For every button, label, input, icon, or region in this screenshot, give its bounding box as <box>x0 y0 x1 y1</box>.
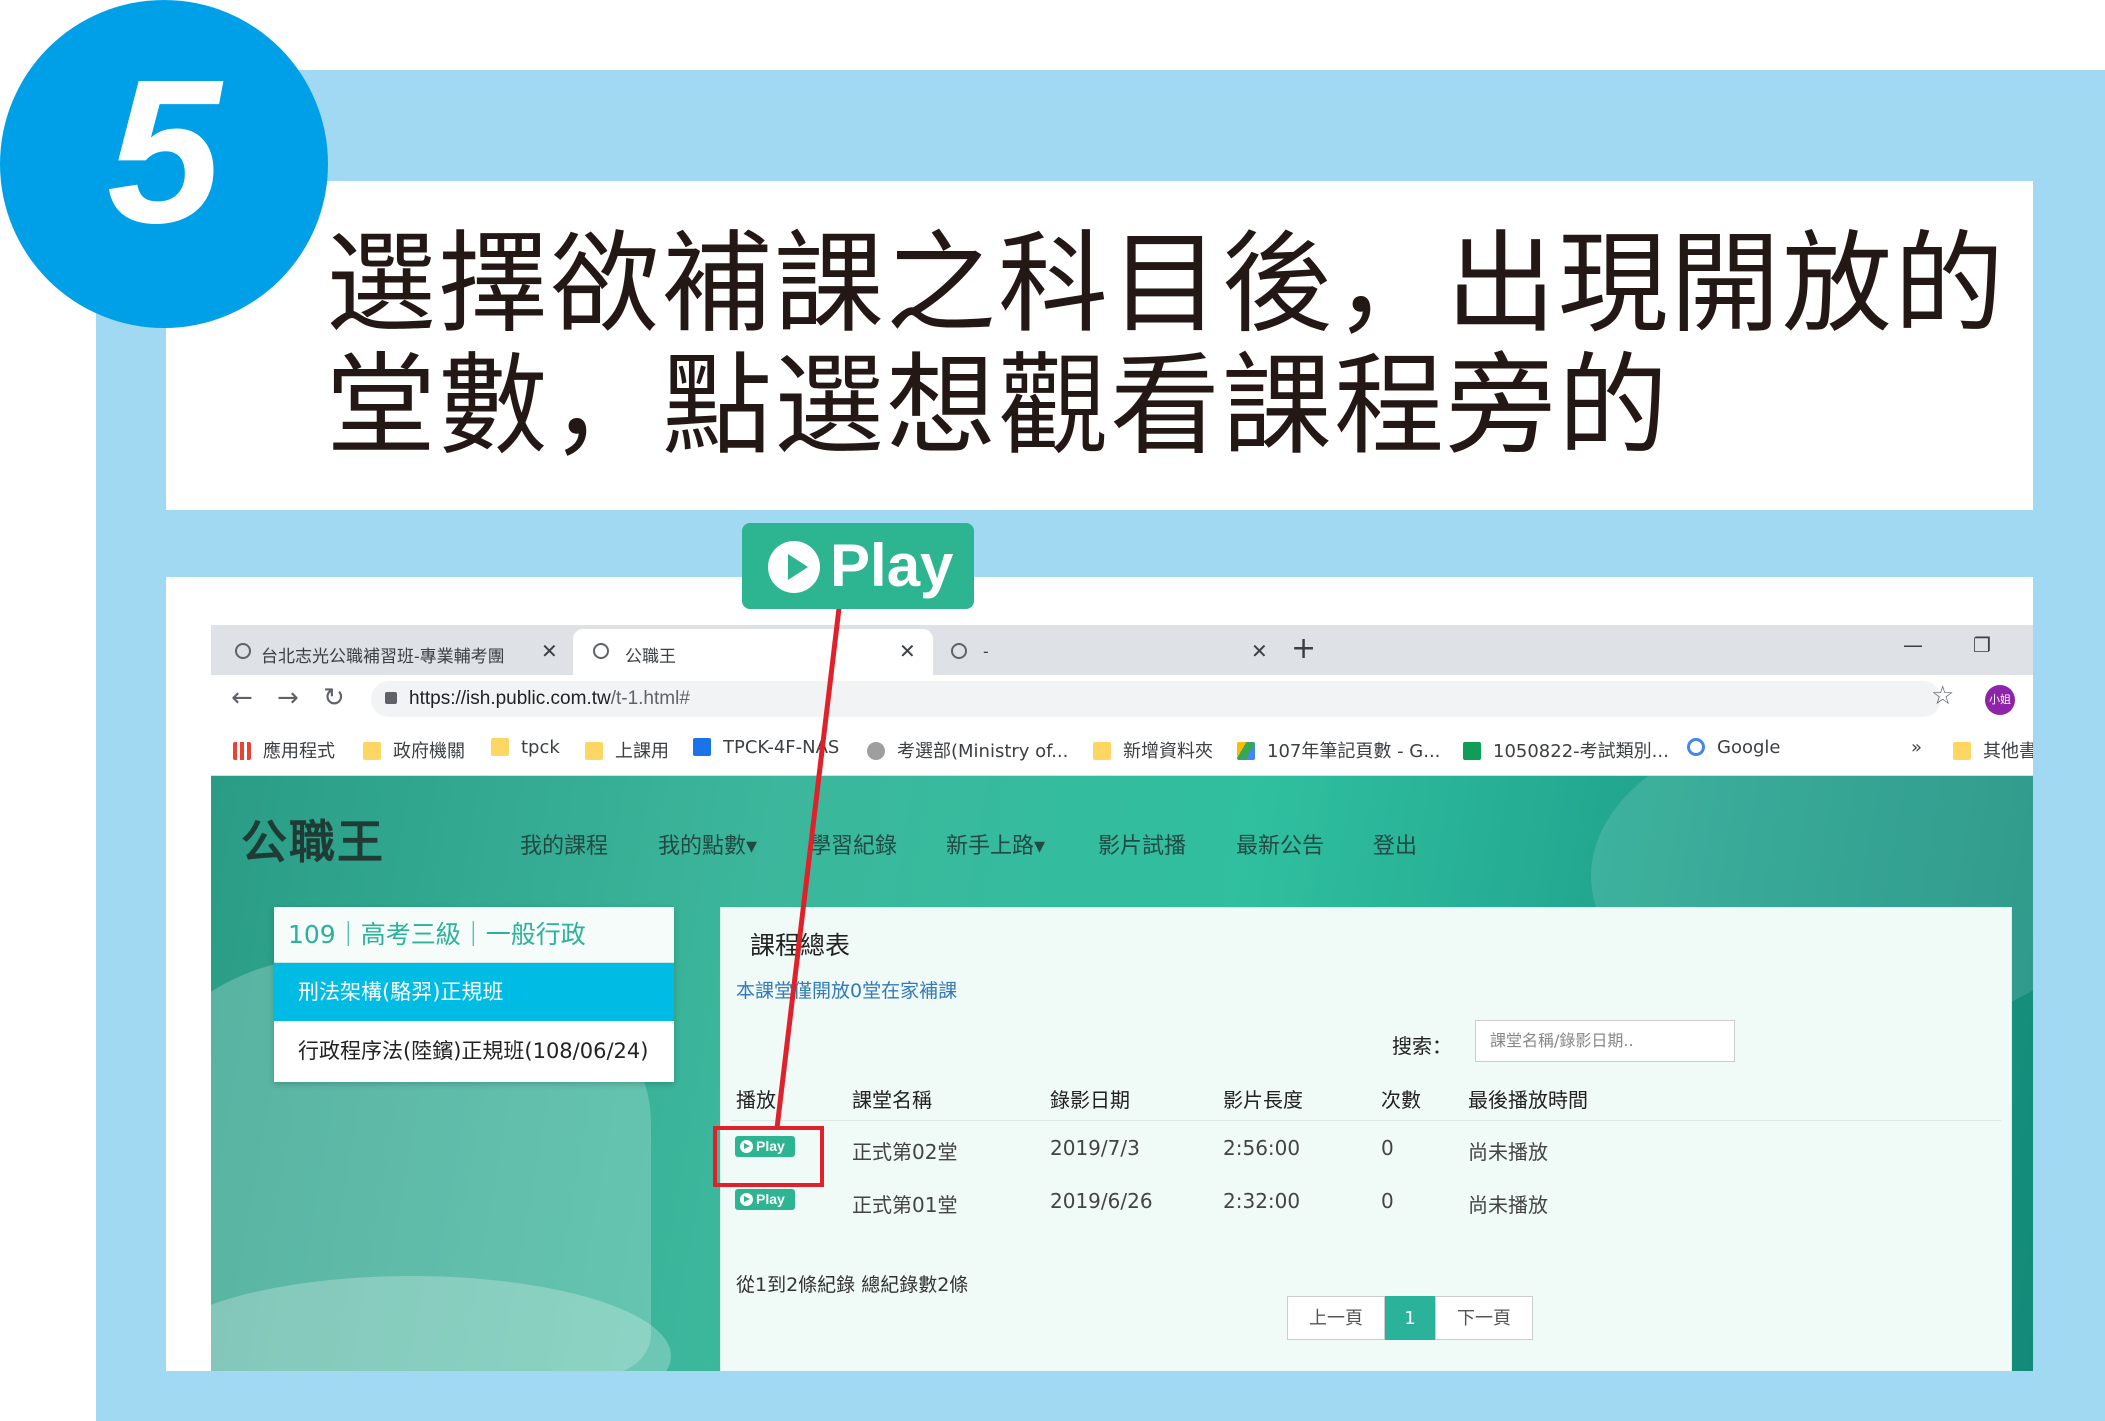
play-callout: Play <box>742 523 974 609</box>
callout-pointer-line <box>774 599 843 1129</box>
callout-label: Play <box>830 532 954 599</box>
highlight-box <box>713 1126 824 1187</box>
play-circle-icon <box>768 541 820 593</box>
